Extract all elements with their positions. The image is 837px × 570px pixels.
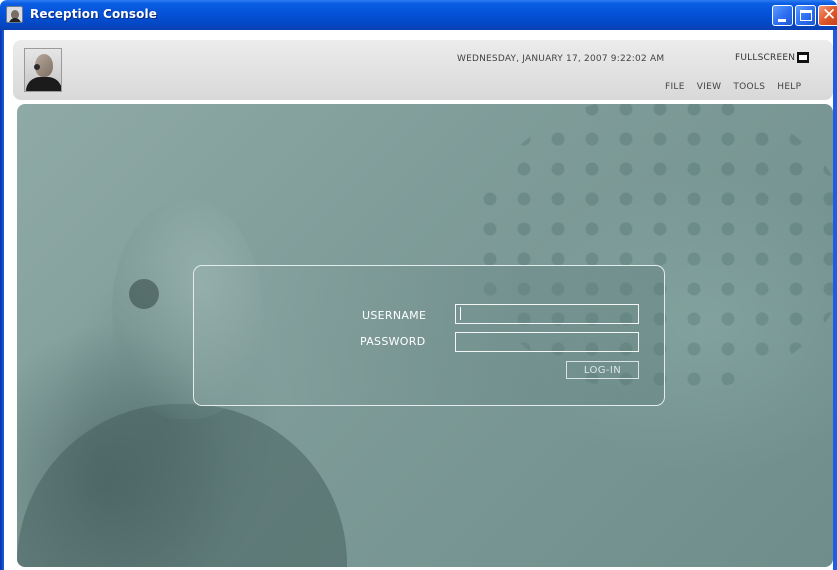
menu-tools[interactable]: TOOLS: [733, 82, 765, 92]
title-bar[interactable]: Reception Console ✕: [0, 0, 837, 30]
menu-file[interactable]: FILE: [665, 82, 685, 92]
maximize-button[interactable]: [795, 5, 816, 26]
menu-bar: FILE VIEW TOOLS HELP: [665, 82, 801, 92]
window-frame-right: [833, 30, 837, 570]
headset-icon: [129, 279, 159, 309]
current-datetime: WEDNESDAY, JANUARY 17, 2007 9:22:02 AM: [457, 54, 665, 64]
fullscreen-toggle[interactable]: FULLSCREEN: [735, 52, 810, 63]
login-button[interactable]: LOG-IN: [566, 361, 639, 379]
window-title: Reception Console: [30, 7, 157, 21]
menu-view[interactable]: VIEW: [697, 82, 722, 92]
password-label: PASSWORD: [360, 335, 426, 348]
fullscreen-label: FULLSCREEN: [735, 52, 796, 63]
minimize-icon: [778, 19, 786, 22]
username-input[interactable]: [455, 304, 639, 324]
minimize-button[interactable]: [772, 5, 793, 26]
maximize-icon: [800, 10, 812, 21]
close-icon: ✕: [822, 5, 837, 25]
close-button[interactable]: ✕: [818, 5, 837, 26]
username-label: USERNAME: [362, 309, 427, 322]
login-panel: USERNAME PASSWORD LOG-IN: [193, 265, 665, 406]
window-frame-left: [0, 30, 4, 570]
password-input[interactable]: [455, 332, 639, 352]
fullscreen-icon[interactable]: [797, 52, 810, 63]
text-caret: [460, 307, 461, 320]
operator-avatar: [24, 48, 62, 92]
app-header: WEDNESDAY, JANUARY 17, 2007 9:22:02 AM F…: [13, 40, 833, 100]
menu-help[interactable]: HELP: [777, 82, 801, 92]
app-icon[interactable]: [6, 6, 23, 23]
